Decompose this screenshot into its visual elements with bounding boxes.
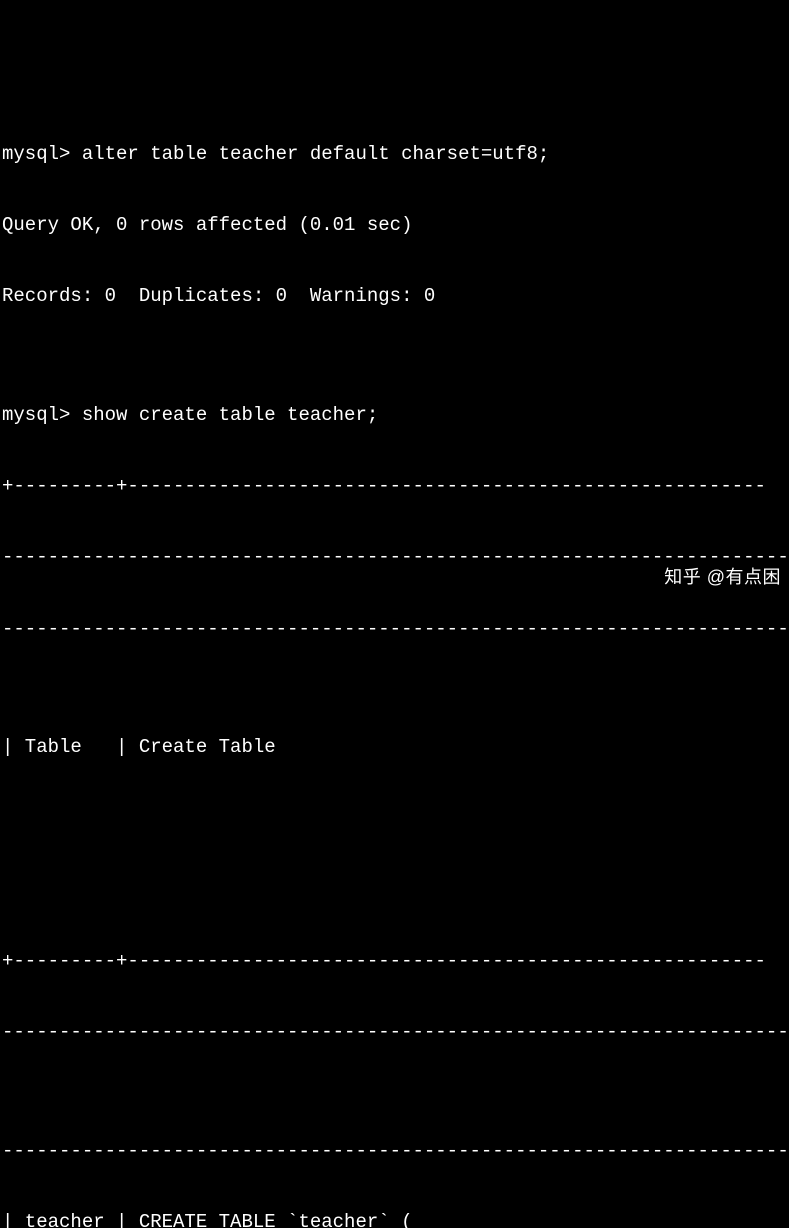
terminal-line: ----------------------------------------… (2, 1021, 787, 1045)
terminal-line: ----------------------------------------… (2, 1140, 787, 1164)
terminal-line: | teacher | CREATE TABLE `teacher` ( (2, 1211, 787, 1228)
terminal-line: ----------------------------------------… (2, 618, 787, 642)
terminal-line: +---------+-----------------------------… (2, 475, 787, 499)
zhihu-watermark: 知乎 @有点困 (653, 543, 781, 588)
mysql-terminal: mysql> alter table teacher default chars… (0, 95, 789, 1228)
terminal-line: Query OK, 0 rows affected (0.01 sec) (2, 214, 787, 238)
terminal-line: mysql> show create table teacher; (2, 404, 787, 428)
terminal-line: mysql> alter table teacher default chars… (2, 143, 787, 167)
terminal-line: | Table | Create Table (2, 736, 787, 760)
terminal-line: +---------+-----------------------------… (2, 950, 787, 974)
watermark-text: 知乎 @有点困 (664, 567, 781, 587)
terminal-line: Records: 0 Duplicates: 0 Warnings: 0 (2, 285, 787, 309)
